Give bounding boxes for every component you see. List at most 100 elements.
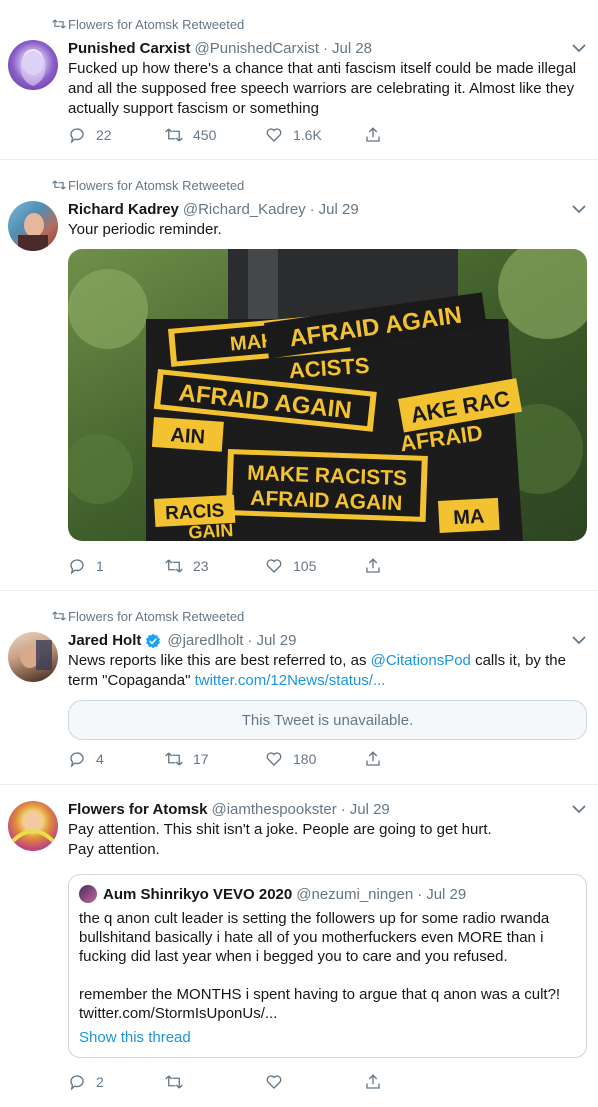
sticker-text: MA [453, 506, 485, 530]
reply-count: 4 [96, 751, 104, 767]
sticker-pole-image: MAKE AFRAID AGAIN ACISTS AFRAID AGAIN AK… [68, 249, 587, 541]
reply-icon [70, 128, 84, 144]
share-icon [366, 1074, 380, 1089]
verified-badge-icon [146, 633, 161, 648]
tweet-date[interactable]: Jul 28 [332, 40, 372, 57]
retweet-count: 23 [193, 558, 209, 574]
tweet-date[interactable]: Jul 29 [350, 801, 390, 818]
share-icon [366, 751, 380, 766]
quoted-tweet-header: Aum Shinrikyo VEVO 2020 @nezumi_ningen ·… [79, 885, 466, 903]
author-name[interactable]: Jared Holt [68, 632, 141, 649]
retweet-icon [165, 128, 183, 142]
tweet-punished-carxist[interactable]: Flowers for Atomsk Retweeted Punished Ca… [0, 0, 598, 160]
like-count: 105 [293, 558, 317, 574]
tweet-date[interactable]: Jul 29 [319, 201, 359, 218]
retweeted-by-label: Flowers for Atomsk Retweeted [68, 17, 245, 32]
reply-icon [70, 752, 84, 768]
share-icon [366, 558, 380, 573]
retweeted-by-label: Flowers for Atomsk Retweeted [68, 178, 245, 193]
like-button[interactable]: 180 [265, 750, 316, 768]
author-name[interactable]: Richard Kadrey [68, 201, 179, 218]
reply-button[interactable]: 2 [68, 1073, 104, 1091]
reply-count: 22 [96, 127, 112, 143]
separator-dot: · [323, 40, 328, 57]
tweet-text-part: News reports like this are best referred… [68, 652, 371, 669]
chevron-down-icon[interactable] [572, 43, 586, 53]
share-button[interactable] [364, 126, 392, 144]
reply-count: 1 [96, 558, 104, 574]
mention-link[interactable]: @CitationsPod [371, 652, 471, 669]
heart-icon [266, 559, 282, 573]
tweet-header: Flowers for Atomsk @iamthespookster · Ju… [68, 801, 586, 818]
reply-button[interactable]: 4 [68, 750, 104, 768]
tweet-actions: 1 23 105 [68, 557, 586, 577]
quoted-tweet[interactable]: Aum Shinrikyo VEVO 2020 @nezumi_ningen ·… [68, 874, 587, 1058]
avatar-portrait-icon [20, 640, 52, 670]
tweet-text: News reports like this are best referred… [68, 651, 584, 691]
retweet-icon [165, 559, 183, 573]
avatar[interactable] [8, 801, 58, 851]
retweet-button[interactable]: 23 [165, 557, 209, 575]
tweet-text: Your periodic reminder. [68, 221, 222, 238]
like-count: 1.6K [293, 127, 322, 143]
like-button[interactable] [265, 1073, 293, 1091]
author-handle[interactable]: @Richard_Kadrey [183, 201, 306, 218]
tweet-richard-kadrey[interactable]: Flowers for Atomsk Retweeted Richard Kad… [0, 161, 598, 591]
avatar[interactable] [8, 40, 58, 90]
tweet-jared-holt[interactable]: Flowers for Atomsk Retweeted Jared Holt … [0, 592, 598, 785]
retweet-button[interactable]: 450 [165, 126, 216, 144]
heart-icon [266, 128, 282, 142]
sticker-text: AIN [170, 424, 206, 448]
retweet-icon [52, 611, 66, 621]
avatar[interactable] [8, 632, 58, 682]
tweet-date[interactable]: Jul 29 [256, 632, 296, 649]
share-button[interactable] [364, 557, 392, 575]
tweet-text: Fucked up how there's a chance that anti… [68, 60, 577, 117]
unavailable-tweet-card: This Tweet is unavailable. [68, 700, 587, 740]
tweet-photo[interactable]: MAKE AFRAID AGAIN ACISTS AFRAID AGAIN AK… [68, 249, 587, 541]
tweet-header: Jared Holt @jaredlholt · Jul 29 [68, 632, 586, 649]
url-link[interactable]: twitter.com/12News/status/... [195, 672, 386, 689]
retweet-icon [52, 180, 66, 190]
avatar-portrait-icon [18, 213, 48, 251]
separator-dot: · [309, 201, 315, 218]
author-name[interactable]: Punished Carxist [68, 40, 191, 57]
chevron-down-icon[interactable] [572, 635, 586, 645]
like-button[interactable]: 1.6K [265, 126, 322, 144]
retweet-icon [52, 19, 66, 29]
share-icon [366, 127, 380, 142]
reply-count: 2 [96, 1074, 104, 1090]
quoted-author-name: Aum Shinrikyo VEVO 2020 [103, 885, 293, 903]
retweet-context: Flowers for Atomsk Retweeted [52, 609, 245, 624]
retweet-button[interactable] [165, 1073, 193, 1091]
retweet-context: Flowers for Atomsk Retweeted [52, 17, 245, 32]
like-button[interactable]: 105 [265, 557, 316, 575]
quoted-tweet-text: the q anon cult leader is setting the fo… [79, 910, 561, 1022]
heart-icon [266, 1075, 282, 1089]
tweet-flowers-for-atomsk[interactable]: Flowers for Atomsk @iamthespookster · Ju… [0, 786, 598, 1107]
tweet-actions: 4 17 180 [68, 750, 586, 770]
tweet-header: Richard Kadrey @Richard_Kadrey · Jul 29 [68, 201, 586, 218]
quoted-tweet-date: Jul 29 [426, 885, 467, 903]
retweet-button[interactable]: 17 [165, 750, 209, 768]
chevron-down-icon[interactable] [572, 804, 586, 814]
avatar[interactable] [8, 201, 58, 251]
quoted-author-handle: @nezumi_ningen [296, 885, 414, 903]
show-thread-link[interactable]: Show this thread [79, 1029, 191, 1046]
reply-button[interactable]: 1 [68, 557, 104, 575]
share-button[interactable] [364, 1073, 392, 1091]
heart-icon [266, 752, 282, 766]
retweet-icon [165, 752, 183, 766]
retweet-context: Flowers for Atomsk Retweeted [52, 178, 245, 193]
retweet-count: 450 [193, 127, 217, 143]
retweeted-by-label: Flowers for Atomsk Retweeted [68, 609, 245, 624]
author-handle[interactable]: @iamthespookster [211, 801, 336, 818]
author-handle[interactable]: @jaredlholt [167, 632, 243, 649]
sticker-text: GAIN [188, 520, 234, 541]
author-name[interactable]: Flowers for Atomsk [68, 801, 207, 818]
chevron-down-icon[interactable] [572, 204, 586, 214]
share-button[interactable] [364, 750, 392, 768]
author-handle[interactable]: @PunishedCarxist [195, 40, 319, 57]
like-count: 180 [293, 751, 317, 767]
reply-button[interactable]: 22 [68, 126, 112, 144]
